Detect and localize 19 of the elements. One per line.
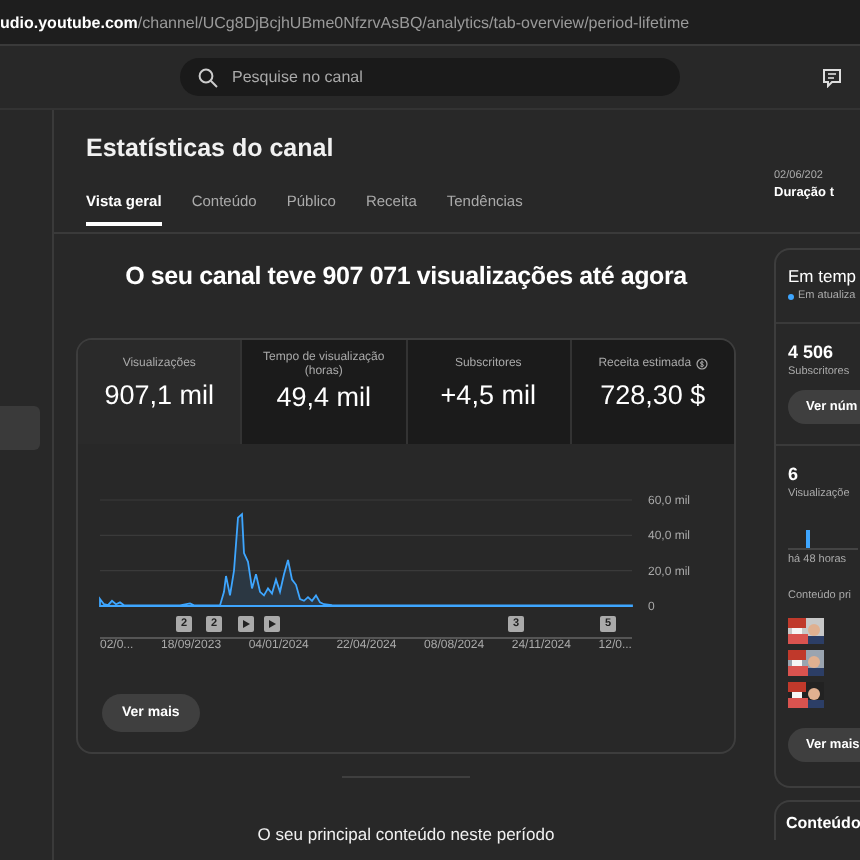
subscriber-count: 4 506 <box>788 342 836 362</box>
views-bar-chart <box>788 528 858 550</box>
video-marker[interactable] <box>264 616 280 632</box>
search-field[interactable]: Pesquise no canal <box>180 58 680 96</box>
headline: O seu canal teve 907 071 visualizações até agora <box>123 262 690 290</box>
metric-value: 728,30 $ <box>600 380 706 410</box>
card-title: Conteúdo <box>786 814 860 832</box>
view-count: 6 <box>788 464 801 484</box>
play-icon <box>242 620 250 628</box>
metric-value: 907,1 mil <box>104 380 215 410</box>
video-marker[interactable] <box>238 616 254 632</box>
live-dot-icon <box>788 293 794 299</box>
page-title: Estatísticas do canal <box>86 134 336 162</box>
card-title: Em temp <box>788 266 859 286</box>
metric-value: 49,4 mil <box>276 382 372 413</box>
play-icon <box>268 620 276 628</box>
metric-value: +4,5 mil <box>440 380 536 410</box>
feedback-icon[interactable] <box>822 67 842 87</box>
section-heading: O seu principal conteúdo neste período <box>255 824 557 844</box>
